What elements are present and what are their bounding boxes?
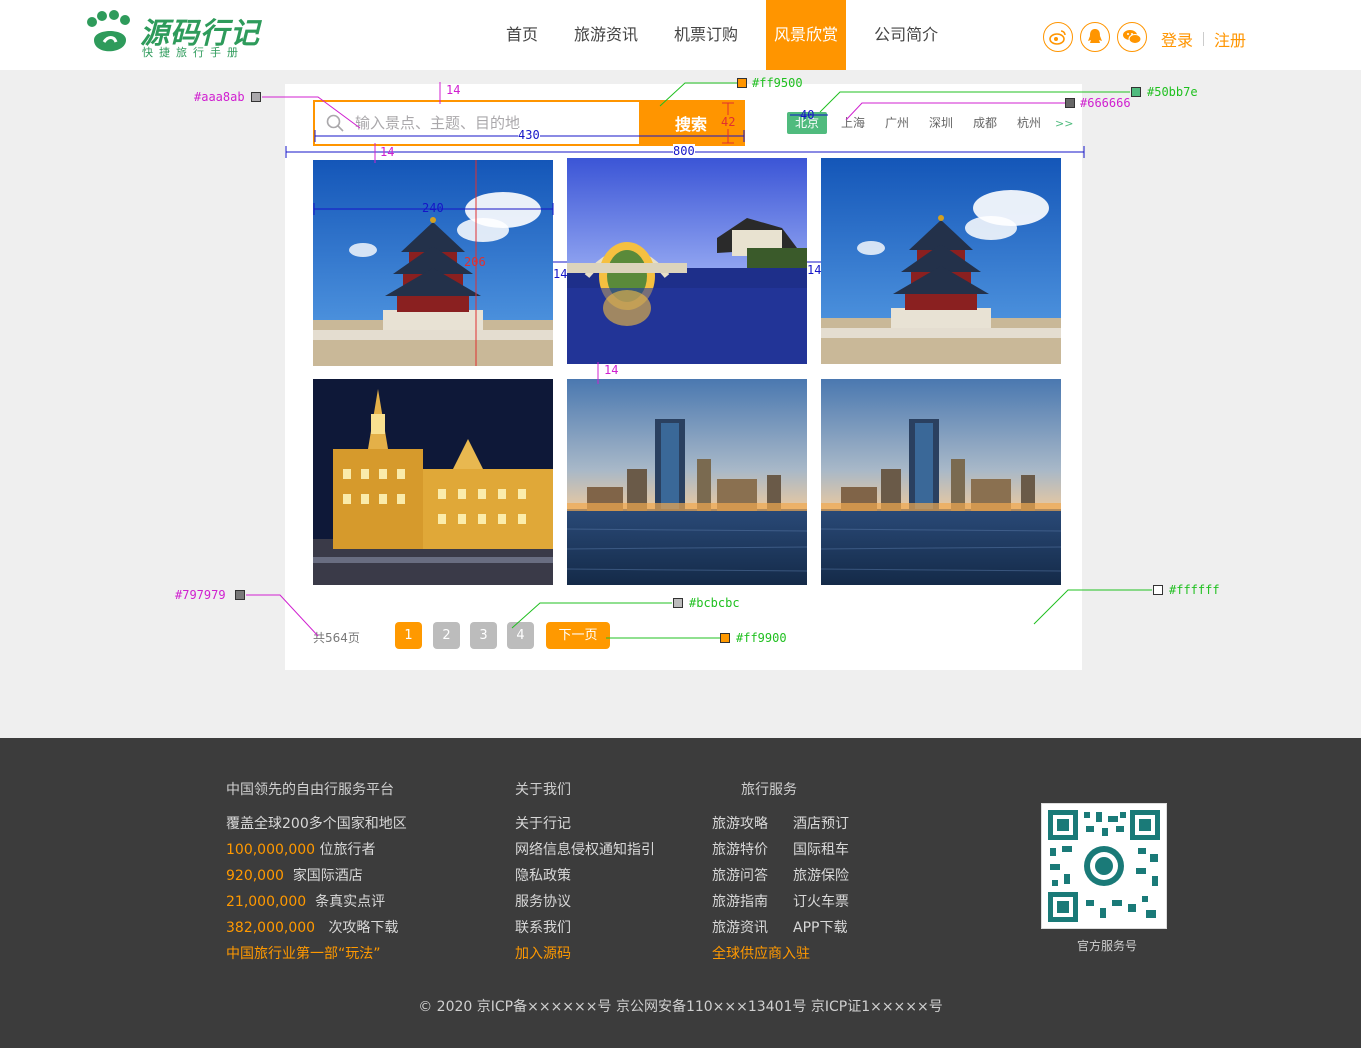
- anno-measure-430: 430: [518, 128, 540, 142]
- footer-coverage: 覆盖全球200多个国家和地区: [226, 816, 407, 832]
- anno-measure-40: 40: [800, 108, 815, 122]
- footer-link-join[interactable]: 加入源码: [515, 941, 655, 967]
- footer-link-car-rental[interactable]: 国际租车: [793, 837, 849, 863]
- swatch-ffffff: [1153, 585, 1163, 595]
- stat-number: 920,000: [226, 868, 284, 884]
- anno-measure-206: 206: [464, 255, 486, 269]
- footer-about-heading: 关于我们: [515, 782, 571, 798]
- anno-measure-14-gap2: 14: [807, 263, 822, 277]
- footer-link-hotels[interactable]: 酒店预订: [793, 811, 849, 837]
- footer-link-terms[interactable]: 服务协议: [515, 889, 655, 915]
- footer-services-heading-wrap: 旅行服务: [741, 777, 797, 803]
- anno-measure-42: 42: [721, 115, 736, 129]
- swatch-ff9500: [737, 78, 747, 88]
- anno-color-666666: #666666: [1080, 96, 1131, 110]
- swatch-666666: [1065, 98, 1075, 108]
- swatch-aaa8ab: [251, 92, 261, 102]
- footer-link-suppliers[interactable]: 全球供应商入驻: [712, 941, 810, 967]
- footer-highlight-link[interactable]: 中国旅行业第一部“玩法”: [226, 941, 407, 967]
- footer-link-train[interactable]: 订火车票: [793, 889, 849, 915]
- qr-code: [1041, 803, 1167, 929]
- footer-col-about: 关于我们 关于行记 网络信息侵权通知指引 隐私政策 服务协议 联系我们 加入源码: [515, 777, 655, 967]
- footer-stat-downloads: 382,000,000 次攻略下载: [226, 915, 407, 941]
- footer-stat-hotels: 920,000 家国际酒店: [226, 863, 407, 889]
- footer-link-privacy[interactable]: 隐私政策: [515, 863, 655, 889]
- stat-label: 条真实点评: [315, 894, 386, 910]
- anno-measure-14-search: 14: [380, 145, 395, 159]
- footer-col-platform: 中国领先的自由行服务平台 覆盖全球200多个国家和地区 100,000,000 …: [226, 777, 407, 967]
- footer-link-infringement[interactable]: 网络信息侵权通知指引: [515, 837, 655, 863]
- footer-stat-reviews: 21,000,000 条真实点评: [226, 889, 407, 915]
- anno-measure-14-top: 14: [446, 83, 461, 97]
- qr-label: 官方服务号: [1077, 939, 1138, 953]
- swatch-ff9900: [720, 633, 730, 643]
- swatch-797979: [235, 590, 245, 600]
- stat-number: 382,000,000: [226, 920, 316, 936]
- anno-measure-14-gap1: 14: [553, 267, 568, 281]
- footer-services-heading: 旅行服务: [741, 782, 797, 798]
- footer-link-insurance[interactable]: 旅游保险: [793, 863, 849, 889]
- footer-stat-travelers: 100,000,000 位旅行者: [226, 837, 407, 863]
- anno-color-50bb7e: #50bb7e: [1147, 85, 1198, 99]
- footer-link-about[interactable]: 关于行记: [515, 811, 655, 837]
- anno-color-797979: #797979: [175, 588, 226, 602]
- anno-color-ffffff: #ffffff: [1169, 583, 1220, 597]
- anno-color-ff9900: #ff9900: [736, 631, 787, 645]
- copyright: © 2020 京ICP备××××××号 京公网安备110×××13401号 京I…: [418, 999, 943, 1015]
- stat-number: 100,000,000: [226, 842, 316, 858]
- anno-color-ff9500: #ff9500: [752, 76, 803, 90]
- footer-col-services-b: 酒店预订 国际租车 旅游保险 订火车票 APP下载: [793, 811, 849, 941]
- anno-color-aaa8ab: #aaa8ab: [194, 90, 245, 104]
- footer-link-contact[interactable]: 联系我们: [515, 915, 655, 941]
- stat-label: 家国际酒店: [292, 868, 363, 884]
- footer-platform-heading: 中国领先的自由行服务平台: [226, 782, 394, 798]
- anno-measure-240: 240: [422, 201, 444, 215]
- footer: 中国领先的自由行服务平台 覆盖全球200多个国家和地区 100,000,000 …: [0, 738, 1361, 1048]
- stat-label: 位旅行者: [319, 842, 376, 858]
- anno-color-bcbcbc: #bcbcbc: [689, 596, 740, 610]
- anno-measure-14-row: 14: [604, 363, 619, 377]
- swatch-50bb7e: [1131, 87, 1141, 97]
- swatch-bcbcbc: [673, 598, 683, 608]
- stat-number: 21,000,000: [226, 894, 307, 910]
- footer-link-app[interactable]: APP下载: [793, 915, 849, 941]
- stat-label: 次攻略下载: [328, 920, 399, 936]
- scrollbar-track[interactable]: [1361, 0, 1366, 1048]
- anno-measure-800: 800: [673, 144, 695, 158]
